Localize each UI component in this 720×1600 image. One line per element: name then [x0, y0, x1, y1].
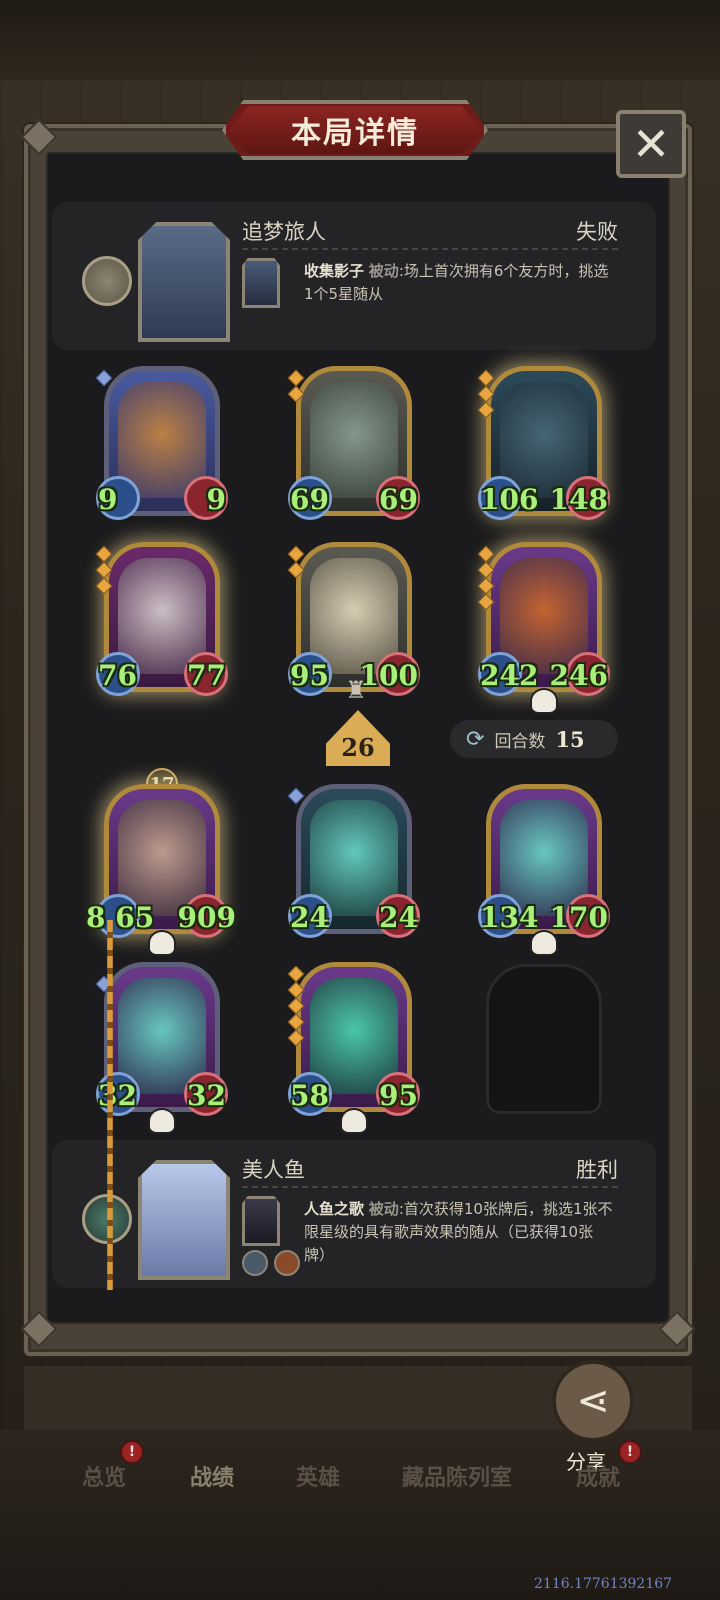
notification-badge: ! — [618, 1440, 642, 1464]
attack-value: 32 — [98, 1079, 137, 1112]
attack-value: 69 — [290, 483, 329, 516]
minion-card[interactable]: 9 9 — [95, 366, 228, 520]
minion-card[interactable]: 95 100 — [287, 542, 420, 696]
minion-card[interactable]: 8 65 909 — [86, 784, 236, 956]
health-value: 9 — [206, 483, 226, 516]
nav-achievements[interactable]: 成就 — [576, 1460, 620, 1492]
attack-value: 242 — [480, 659, 539, 692]
refresh-icon: ⟳ — [466, 726, 485, 752]
nav-records[interactable]: 战绩 — [190, 1460, 234, 1492]
minion-card[interactable]: 69 69 — [287, 366, 420, 520]
skill-tag: 被动 — [368, 262, 399, 280]
hero-skill-icon[interactable] — [242, 258, 280, 308]
skill-description: 收集影子 被动:场上首次拥有6个友方时，挑选1个5星随从 — [304, 260, 614, 306]
nav-overview[interactable]: 总览 — [82, 1460, 126, 1492]
tier-value: 26 — [341, 733, 375, 762]
hero-skill-icon[interactable] — [242, 1196, 280, 1246]
buff-icon[interactable] — [242, 1250, 268, 1276]
player-result: 胜利 — [576, 1158, 618, 1182]
minion-card[interactable]: 24 24 — [287, 784, 420, 938]
skill-name: 收集影子 — [304, 262, 365, 280]
attack-value: 95 — [290, 659, 329, 692]
nav-heroes[interactable]: 英雄 — [296, 1460, 340, 1492]
skill-name: 人鱼之歌 — [304, 1200, 365, 1218]
rank-coin-icon — [82, 1194, 132, 1244]
notification-badge: ! — [120, 1440, 144, 1464]
buff-icon[interactable] — [274, 1250, 300, 1276]
bottom-nav — [0, 1430, 720, 1600]
minion-card[interactable]: 58 95 — [287, 962, 420, 1134]
divider — [242, 248, 618, 250]
minion-card[interactable]: 106 148 — [477, 366, 610, 520]
skill-tag: 被动 — [368, 1200, 399, 1218]
attack-value: 106 — [480, 483, 539, 516]
health-value: 246 — [549, 659, 608, 692]
version-text: 2116.17761392167 — [534, 1576, 673, 1592]
health-value: 148 — [549, 483, 608, 516]
close-button[interactable]: ✕ — [616, 110, 686, 178]
round-value: 15 — [555, 726, 585, 752]
share-icon: ⋖ — [576, 1378, 610, 1424]
skull-icon — [148, 1108, 176, 1134]
player-result: 失败 — [576, 220, 618, 244]
health-value: 909 — [177, 901, 236, 934]
divider — [242, 1186, 618, 1188]
skull-icon — [148, 930, 176, 956]
attack-value: 134 — [480, 901, 539, 934]
nav-collection[interactable]: 藏品陈列室 — [402, 1460, 512, 1492]
player-name: 追梦旅人 — [242, 220, 326, 244]
attack-value: 8 65 — [86, 901, 155, 934]
crown-icon: ♜ — [345, 676, 367, 704]
skull-icon — [530, 688, 558, 714]
minion-card[interactable]: 134 170 — [478, 784, 610, 956]
skill-description: 人鱼之歌 被动:首次获得10张牌后，挑选1张不限星级的具有歌声效果的随从（已获得… — [304, 1198, 614, 1267]
minion-card[interactable]: 76 77 — [95, 542, 228, 696]
close-icon: ✕ — [631, 117, 671, 171]
player-name: 美人鱼 — [242, 1158, 305, 1182]
health-value: 32 — [187, 1079, 226, 1112]
minion-card[interactable]: 32 32 — [95, 962, 228, 1134]
attack-value: 9 — [98, 483, 118, 516]
round-counter: ⟳ 回合数 15 — [450, 720, 618, 758]
top-shadow — [0, 0, 720, 80]
attack-value: 58 — [290, 1079, 329, 1112]
attack-value: 76 — [98, 659, 137, 692]
buff-icons — [242, 1250, 300, 1276]
winner-player-row: 美人鱼 胜利 人鱼之歌 被动:首次获得10张牌后，挑选1张不限星级的具有歌声效果… — [52, 1140, 656, 1288]
skull-icon — [530, 930, 558, 956]
opponent-player-row: 追梦旅人 失败 收集影子 被动:场上首次拥有6个友方时，挑选1个5星随从 — [52, 202, 656, 350]
share-button[interactable]: ⋖ — [552, 1360, 634, 1442]
attack-value: 24 — [290, 901, 329, 934]
health-value: 77 — [187, 659, 226, 692]
hero-portrait[interactable] — [138, 222, 230, 342]
health-value: 95 — [379, 1079, 418, 1112]
round-label: 回合数 — [494, 731, 546, 752]
minion-card[interactable]: 242 246 — [477, 542, 610, 714]
hero-portrait[interactable] — [138, 1160, 230, 1280]
rank-coin-icon — [82, 256, 132, 306]
skull-icon — [340, 1108, 368, 1134]
health-value: 24 — [379, 901, 418, 934]
health-value: 69 — [379, 483, 418, 516]
health-value: 170 — [549, 901, 608, 934]
empty-card-slot — [486, 964, 602, 1114]
page-title: 本局详情 — [228, 106, 482, 154]
